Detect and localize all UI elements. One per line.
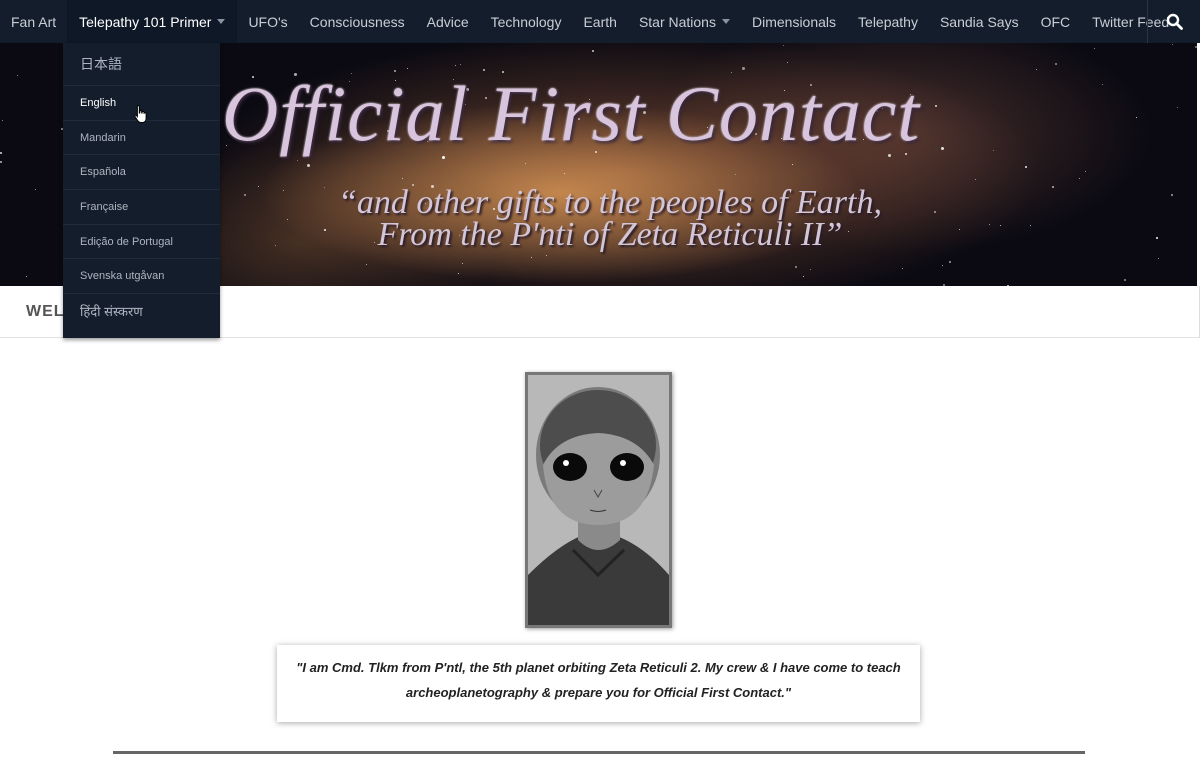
nav-telepathy-101-primer[interactable]: Telepathy 101 Primer xyxy=(67,0,238,43)
star xyxy=(1052,186,1054,189)
star xyxy=(1195,46,1197,49)
site-title: Official First Contact xyxy=(222,70,920,157)
nav-advice[interactable]: Advice xyxy=(416,0,480,43)
star xyxy=(35,188,37,190)
star xyxy=(902,267,904,269)
star xyxy=(949,260,952,263)
star xyxy=(531,257,533,259)
star xyxy=(1102,83,1104,85)
star xyxy=(1029,224,1031,226)
star xyxy=(933,211,936,214)
menu-item-francaise[interactable]: Française xyxy=(63,190,220,225)
star xyxy=(792,164,794,166)
star xyxy=(786,61,788,63)
star xyxy=(1084,171,1086,173)
nav-consciousness[interactable]: Consciousness xyxy=(299,0,416,43)
star xyxy=(1156,237,1159,240)
nav-technology[interactable]: Technology xyxy=(480,0,573,43)
star xyxy=(992,149,994,151)
star xyxy=(0,161,3,164)
star xyxy=(1093,47,1095,49)
star xyxy=(1136,116,1138,118)
star xyxy=(802,276,804,278)
alien-drawing xyxy=(528,375,669,625)
star xyxy=(592,50,595,53)
star xyxy=(459,64,461,66)
star xyxy=(794,266,797,269)
nav-ofc[interactable]: OFC xyxy=(1030,0,1082,43)
star xyxy=(2,119,4,121)
star xyxy=(1054,63,1057,66)
nav-fan-art[interactable]: Fan Art xyxy=(0,0,67,43)
nav-dimensionals[interactable]: Dimensionals xyxy=(741,0,847,43)
star xyxy=(0,152,3,155)
divider xyxy=(113,751,1085,754)
hand-cursor-icon xyxy=(134,104,147,123)
nav-earth[interactable]: Earth xyxy=(572,0,627,43)
star xyxy=(1025,165,1028,168)
star xyxy=(243,193,246,196)
intro-quote: "I am Cmd. Tlkm from P'ntl, the 5th plan… xyxy=(277,645,920,722)
star xyxy=(810,268,812,270)
star xyxy=(1157,258,1159,260)
star xyxy=(1171,194,1174,197)
subtitle-line: “and other gifts to the peoples of Earth… xyxy=(338,184,882,221)
star xyxy=(457,272,459,274)
nav-telepathy[interactable]: Telepathy xyxy=(847,0,929,43)
star xyxy=(287,218,289,220)
menu-item-svenska[interactable]: Svenska utgåvan xyxy=(63,259,220,295)
star xyxy=(275,244,277,246)
star xyxy=(524,163,526,165)
star xyxy=(462,263,464,265)
star xyxy=(455,64,457,66)
menu-item-espanola[interactable]: Española xyxy=(63,155,220,191)
nav-sandia-says[interactable]: Sandia Says xyxy=(929,0,1030,43)
star xyxy=(282,189,284,191)
star xyxy=(935,105,938,108)
star xyxy=(564,173,566,175)
star xyxy=(546,254,548,256)
nav-ufos[interactable]: UFO's xyxy=(237,0,298,43)
menu-item-mandarin[interactable]: Mandarin xyxy=(63,121,220,156)
star xyxy=(941,147,945,151)
star xyxy=(307,163,311,167)
star xyxy=(401,178,403,180)
star xyxy=(257,185,259,187)
caret-down-icon xyxy=(217,19,226,24)
star xyxy=(975,179,977,181)
quote-text: "I am Cmd. Tlkm from P'ntl, the 5th plan… xyxy=(296,660,901,700)
caret-down-icon xyxy=(721,19,730,24)
search-button[interactable] xyxy=(1147,0,1200,43)
star xyxy=(365,263,367,265)
star xyxy=(296,160,298,162)
menu-item-portugal[interactable]: Edição de Portugal xyxy=(63,225,220,260)
star xyxy=(1177,107,1179,109)
star xyxy=(988,223,990,225)
star xyxy=(999,224,1001,226)
language-dropdown: 日本語 English Mandarin Española Française … xyxy=(63,43,220,338)
star xyxy=(1171,44,1173,46)
star xyxy=(959,228,961,230)
nav-star-nations[interactable]: Star Nations xyxy=(628,0,741,43)
site-subtitle: “and other gifts to the peoples of Earth… xyxy=(310,184,910,253)
alien-portrait-image xyxy=(525,372,672,628)
star xyxy=(735,174,737,176)
nav-label: Telepathy 101 Primer xyxy=(79,13,212,30)
star xyxy=(1124,278,1127,281)
star xyxy=(1078,177,1080,179)
star xyxy=(1036,69,1038,71)
star xyxy=(942,265,944,267)
menu-item-japanese[interactable]: 日本語 xyxy=(63,43,220,86)
star xyxy=(17,74,19,76)
star xyxy=(25,276,27,278)
search-icon xyxy=(1166,13,1183,30)
subtitle-line: From the P'nti of Zeta Reticuli II” xyxy=(377,216,843,253)
star xyxy=(783,44,785,46)
top-nav: Fan Art Telepathy 101 Primer UFO's Consc… xyxy=(0,0,1200,43)
menu-item-hindi[interactable]: हिंदी संस्करण xyxy=(63,294,220,329)
nav-label: Star Nations xyxy=(638,13,716,30)
